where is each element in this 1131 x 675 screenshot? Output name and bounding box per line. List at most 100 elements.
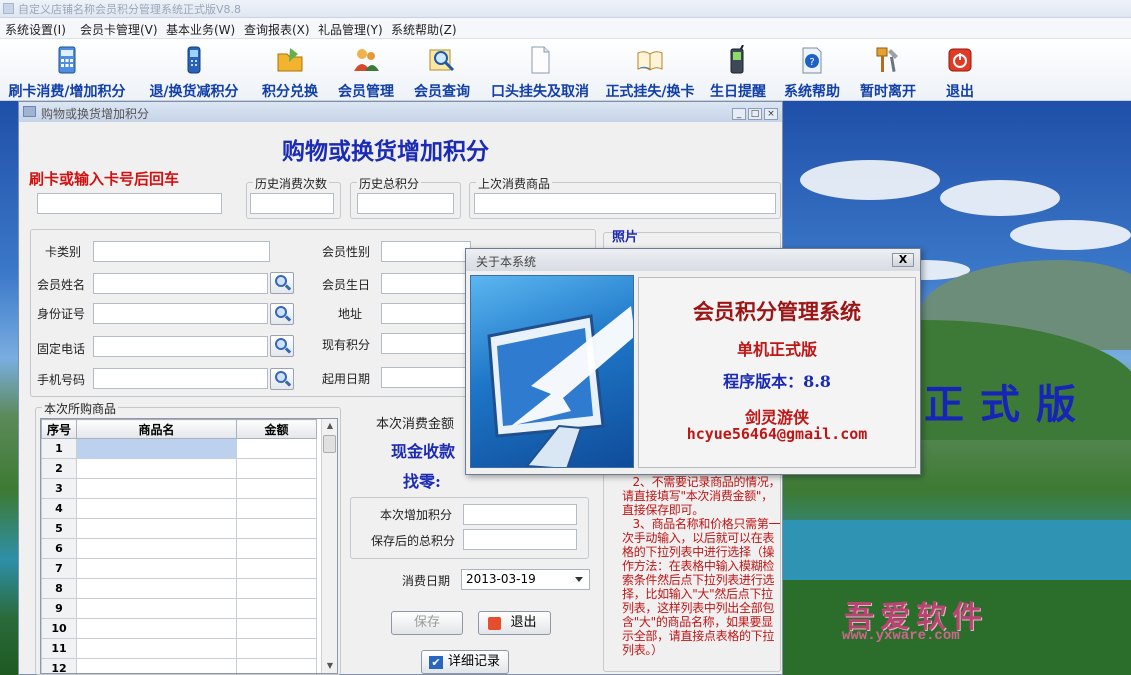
table-row[interactable]: 9: [41, 598, 317, 619]
toolbar-exit-button[interactable]: 退出: [928, 43, 992, 100]
goods-cell[interactable]: [76, 598, 237, 619]
goods-cell[interactable]: [76, 438, 237, 459]
mobile-field[interactable]: [93, 368, 268, 389]
swipe-card-label: 刷卡或输入卡号后回车: [29, 170, 180, 188]
amount-cell[interactable]: [236, 538, 317, 559]
goods-grid[interactable]: 序号 商品名 金额 1 2 3 4 5 6 7 8 9 10 11 12 ▲ ▼: [40, 418, 338, 674]
goods-cell[interactable]: [76, 658, 237, 673]
detail-records-button[interactable]: ✔ 详细记录: [421, 650, 509, 674]
toolbar-away-button[interactable]: 暂时离开: [852, 43, 924, 100]
member-name-field[interactable]: [93, 273, 268, 294]
row-number: 3: [41, 478, 77, 499]
goods-cell[interactable]: [76, 478, 237, 499]
grid-scrollbar[interactable]: ▲ ▼: [321, 419, 337, 673]
amount-cell[interactable]: [236, 478, 317, 499]
close-button[interactable]: ×: [764, 108, 778, 120]
goods-cell[interactable]: [76, 558, 237, 579]
amount-cell[interactable]: [236, 458, 317, 479]
scroll-up-icon[interactable]: ▲: [322, 419, 337, 433]
row-number: 9: [41, 598, 77, 619]
background-edition-text: 正式版: [924, 381, 1092, 428]
search-icon: [429, 49, 455, 72]
close-icon[interactable]: X: [892, 253, 914, 267]
toolbar-query-button[interactable]: 会员查询: [406, 43, 478, 100]
menu-gift-management[interactable]: 礼品管理(Y): [318, 21, 383, 38]
minimize-button[interactable]: _: [732, 108, 746, 120]
amount-cell[interactable]: [236, 638, 317, 659]
goods-cell[interactable]: [76, 498, 237, 519]
watermark-url: www.yxware.com: [842, 628, 960, 644]
row-number: 8: [41, 578, 77, 599]
table-row[interactable]: 2: [41, 458, 317, 479]
menu-system-settings[interactable]: 系统设置(I): [5, 21, 66, 38]
change-label: 找零:: [403, 472, 441, 491]
amount-cell[interactable]: [236, 578, 317, 599]
about-title-bar: 关于本系统 X: [466, 249, 920, 271]
monitor-icon: [487, 306, 633, 467]
photo-label: 照片: [612, 230, 639, 245]
id-search-button[interactable]: [270, 303, 294, 325]
toolbar-swipe-card-button[interactable]: 刷卡消费/增加积分: [0, 43, 134, 100]
toolbar-birthday-button[interactable]: 生日提醒: [704, 43, 772, 100]
goods-group-label: 本次所购商品: [42, 400, 119, 417]
save-button[interactable]: 保存: [391, 611, 463, 635]
member-name-search-button[interactable]: [270, 272, 294, 294]
exit-icon: [948, 48, 972, 72]
table-row[interactable]: 1: [41, 438, 317, 459]
amount-cell[interactable]: [236, 498, 317, 519]
table-row[interactable]: 10: [41, 618, 317, 639]
scroll-down-icon[interactable]: ▼: [322, 659, 337, 673]
table-row[interactable]: 7: [41, 558, 317, 579]
grid-header-row: 序号 商品名 金额: [41, 419, 317, 439]
table-row[interactable]: 5: [41, 518, 317, 539]
goods-cell[interactable]: [76, 518, 237, 539]
toolbar-redeem-button[interactable]: 积分兑换: [254, 43, 326, 100]
app-icon: [3, 3, 14, 14]
table-row[interactable]: 11: [41, 638, 317, 659]
goods-cell[interactable]: [76, 638, 237, 659]
menu-help[interactable]: 系统帮助(Z): [391, 21, 457, 38]
detail-records-label: 详细记录: [447, 654, 500, 669]
toolbar-verbal-loss-button[interactable]: 口头挂失及取消: [484, 43, 596, 100]
purchase-date-picker[interactable]: 2013-03-19: [461, 569, 590, 590]
amount-cell[interactable]: [236, 618, 317, 639]
table-row[interactable]: 4: [41, 498, 317, 519]
amount-cell[interactable]: [236, 598, 317, 619]
amount-cell[interactable]: [236, 438, 317, 459]
form-heading: 购物或换货增加积分: [282, 138, 489, 165]
card-number-input[interactable]: [37, 193, 222, 214]
goods-cell[interactable]: [76, 538, 237, 559]
menu-basic-business[interactable]: 基本业务(W): [166, 21, 235, 38]
id-number-field[interactable]: [93, 303, 268, 324]
maximize-button[interactable]: □: [748, 108, 762, 120]
scroll-thumb[interactable]: [323, 435, 336, 453]
amount-cell[interactable]: [236, 558, 317, 579]
phone-field[interactable]: [93, 336, 268, 357]
goods-cell[interactable]: [76, 458, 237, 479]
menu-card-management[interactable]: 会员卡管理(V): [80, 21, 158, 38]
mobile-search-button[interactable]: [270, 368, 294, 390]
phone-search-button[interactable]: [270, 335, 294, 357]
toolbar-members-button[interactable]: 会员管理: [330, 43, 402, 100]
table-row[interactable]: 3: [41, 478, 317, 499]
table-row[interactable]: 8: [41, 578, 317, 599]
app-title-bar: 自定义店铺名称会员积分管理系统正式版V8.8: [0, 0, 1131, 18]
phone-label: 固定电话: [37, 342, 86, 356]
start-date-field: [381, 367, 471, 388]
exit-form-button[interactable]: 退出: [478, 611, 551, 635]
goods-cell[interactable]: [76, 618, 237, 639]
app-title: 自定义店铺名称会员积分管理系统正式版V8.8: [18, 3, 242, 16]
toolbar-return-button[interactable]: 退/换货减积分: [140, 43, 248, 100]
amount-cell[interactable]: [236, 518, 317, 539]
table-row[interactable]: 6: [41, 538, 317, 559]
amount-cell[interactable]: [236, 658, 317, 673]
toolbar-label: 积分兑换: [262, 84, 318, 100]
goods-cell[interactable]: [76, 578, 237, 599]
table-row[interactable]: 12: [41, 658, 317, 673]
toolbar-help-button[interactable]: ? 系统帮助: [778, 43, 846, 100]
date-label: 消费日期: [402, 574, 451, 588]
toolbar-label: 暂时离开: [860, 84, 916, 100]
menu-reports[interactable]: 查询报表(X): [244, 21, 310, 38]
toolbar-formal-loss-button[interactable]: 正式挂失/换卡: [600, 43, 700, 100]
chevron-down-icon[interactable]: [575, 577, 583, 582]
